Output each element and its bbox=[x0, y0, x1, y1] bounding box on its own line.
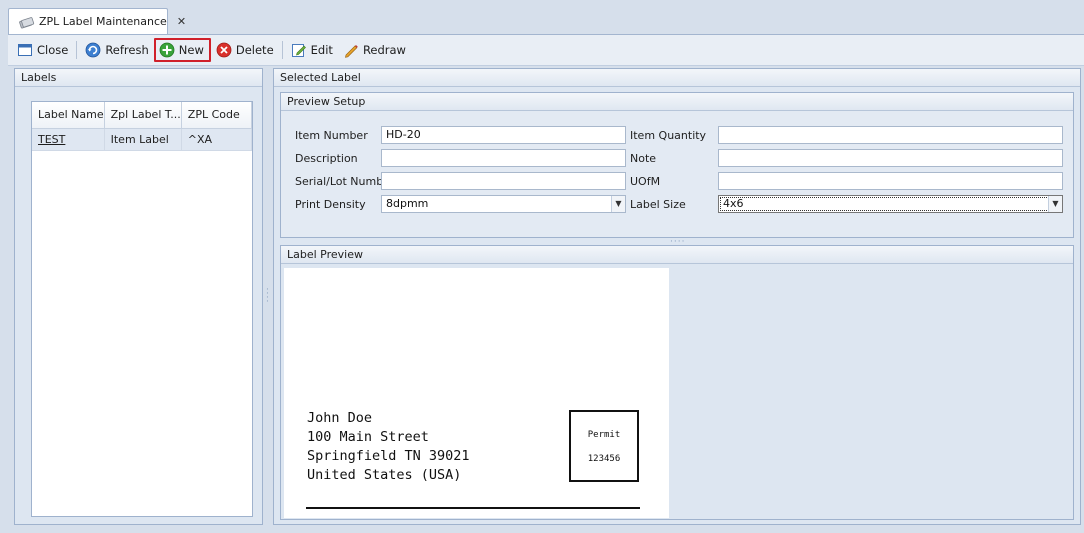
labels-panel-title: Labels bbox=[15, 69, 262, 87]
refresh-label: Refresh bbox=[105, 43, 149, 57]
serial-lot-number-label: Serial/Lot Number bbox=[295, 175, 395, 188]
selected-label-panel: Selected Label Preview Setup Item Number… bbox=[273, 68, 1081, 525]
print-density-value: 8dpmm bbox=[386, 197, 429, 210]
serial-lot-number-field[interactable] bbox=[381, 172, 626, 190]
new-button[interactable]: New bbox=[153, 38, 211, 62]
print-density-label: Print Density bbox=[295, 198, 366, 211]
redraw-label: Redraw bbox=[362, 43, 406, 57]
column-header-label-name[interactable]: Label Name bbox=[32, 102, 105, 129]
edit-button[interactable]: Edit bbox=[286, 38, 338, 62]
label-size-select[interactable]: 4x6 ▼ bbox=[718, 195, 1063, 213]
print-density-select[interactable]: 8dpmm ▼ bbox=[381, 195, 626, 213]
refresh-icon bbox=[85, 42, 101, 58]
close-button[interactable]: Close bbox=[12, 38, 73, 62]
description-field[interactable] bbox=[381, 149, 626, 167]
delete-label: Delete bbox=[235, 43, 274, 57]
selected-label-panel-title: Selected Label bbox=[274, 69, 1080, 87]
address-line: Springfield TN 39021 bbox=[307, 448, 470, 464]
uofm-label: UOfM bbox=[630, 175, 661, 188]
column-header-zpl-code[interactable]: ZPL Code bbox=[181, 102, 253, 129]
permit-box: Permit 123456 bbox=[569, 410, 639, 482]
permit-title: Permit bbox=[587, 430, 621, 440]
toolbar-separator bbox=[281, 41, 283, 59]
label-divider-line bbox=[306, 507, 640, 509]
note-field[interactable] bbox=[718, 149, 1063, 167]
item-number-label: Item Number bbox=[295, 129, 368, 142]
document-tab-strip: ZPL Label Maintenance ✕ bbox=[0, 0, 1084, 34]
window-close-icon bbox=[17, 42, 33, 58]
splitter-grip: · · · · bbox=[266, 285, 270, 307]
tab-zpl-label-maintenance[interactable]: ZPL Label Maintenance ✕ bbox=[8, 8, 186, 34]
label-preview-group: Label Preview John Doe 100 Main Street S… bbox=[280, 245, 1074, 520]
grid-header-row: Label Name Zpl Label T... ZPL Code bbox=[32, 102, 253, 129]
toolbar-separator bbox=[76, 41, 78, 59]
pencil-icon bbox=[343, 42, 359, 58]
labels-table: Label Name Zpl Label T... ZPL Code TEST … bbox=[32, 102, 253, 151]
cell-label-name[interactable]: TEST bbox=[32, 128, 105, 151]
label-stack-icon bbox=[19, 15, 35, 29]
label-preview-canvas: John Doe 100 Main Street Springfield TN … bbox=[284, 268, 669, 518]
chevron-down-icon[interactable]: ▼ bbox=[611, 196, 625, 212]
preview-setup-title: Preview Setup bbox=[281, 93, 1073, 111]
preview-setup-group: Preview Setup Item Number HD-20 Descript… bbox=[280, 92, 1074, 238]
labels-grid: Label Name Zpl Label T... ZPL Code TEST … bbox=[31, 101, 253, 517]
vertical-splitter[interactable]: · · · · bbox=[266, 68, 272, 525]
close-tab-icon[interactable]: ✕ bbox=[177, 15, 186, 28]
tab-label: ZPL Label Maintenance bbox=[39, 15, 167, 28]
label-size-value: 4x6 bbox=[723, 197, 744, 210]
cell-zpl-code: ^XA bbox=[181, 128, 253, 151]
refresh-button[interactable]: Refresh bbox=[80, 38, 153, 62]
address-line: John Doe bbox=[307, 410, 373, 426]
table-row[interactable]: TEST Item Label ^XA bbox=[32, 128, 253, 151]
delete-icon bbox=[216, 42, 232, 58]
uofm-field[interactable] bbox=[718, 172, 1063, 190]
cell-label-type: Item Label bbox=[104, 128, 182, 151]
column-header-zpl-label-type[interactable]: Zpl Label T... bbox=[104, 102, 182, 129]
description-label: Description bbox=[295, 152, 358, 165]
label-preview-title: Label Preview bbox=[281, 246, 1073, 264]
labels-panel: Labels Label Name Zpl Label T... ZPL Cod… bbox=[14, 68, 263, 525]
edit-icon bbox=[291, 42, 307, 58]
redraw-button[interactable]: Redraw bbox=[338, 38, 411, 62]
note-label: Note bbox=[630, 152, 657, 165]
address-line: 100 Main Street bbox=[307, 429, 429, 445]
close-label: Close bbox=[37, 43, 69, 57]
toolbar: Close Refresh New Delete Edit Redraw bbox=[8, 34, 1084, 66]
item-quantity-field[interactable] bbox=[718, 126, 1063, 144]
permit-number: 123456 bbox=[587, 454, 621, 464]
address-line: United States (USA) bbox=[307, 467, 462, 483]
edit-label: Edit bbox=[310, 43, 333, 57]
add-icon bbox=[159, 42, 175, 58]
chevron-down-icon[interactable]: ▼ bbox=[1048, 196, 1062, 212]
new-label: New bbox=[178, 43, 204, 57]
label-size-label: Label Size bbox=[630, 198, 686, 211]
item-quantity-label: Item Quantity bbox=[630, 129, 707, 142]
item-number-field[interactable]: HD-20 bbox=[381, 126, 626, 144]
delete-button[interactable]: Delete bbox=[211, 38, 279, 62]
